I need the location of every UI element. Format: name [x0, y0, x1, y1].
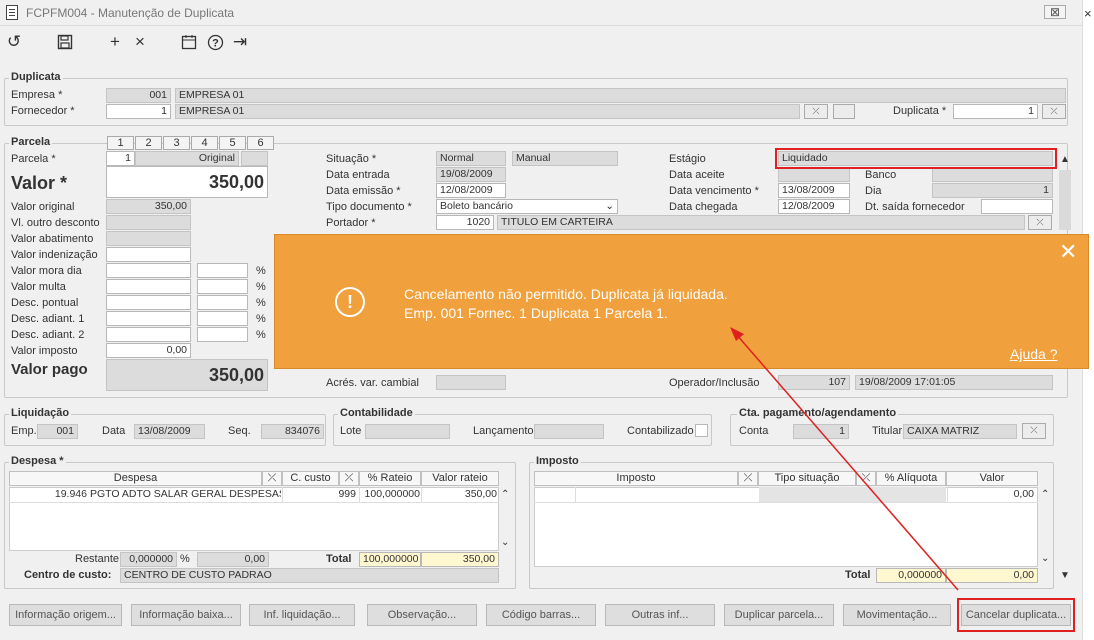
- annotation-arrow: [730, 327, 959, 591]
